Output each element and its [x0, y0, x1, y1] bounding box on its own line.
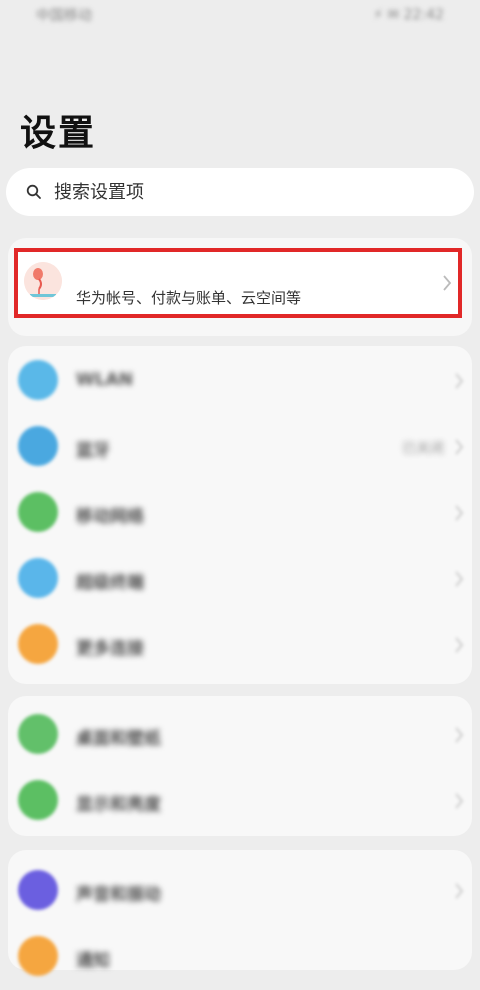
chevron-right-icon: [443, 275, 452, 291]
chevron-right-icon: [455, 571, 464, 587]
chevron-right-icon: [455, 439, 464, 455]
settings-item-label: 超级终端: [76, 573, 144, 593]
settings-item-more-connections[interactable]: 更多连接: [8, 612, 472, 678]
settings-item-wlan[interactable]: WLAN: [8, 348, 472, 414]
page-title: 设置: [20, 113, 97, 154]
settings-item-display[interactable]: 显示和亮度: [8, 768, 472, 834]
settings-item-super-device[interactable]: 超级终端: [8, 546, 472, 612]
settings-item-label: 桌面和壁纸: [76, 729, 161, 749]
mobile-network-icon: [18, 492, 58, 532]
search-input[interactable]: [52, 180, 436, 204]
chevron-right-icon: [455, 793, 464, 809]
status-right: ⚡ ✉ 22:42: [373, 7, 444, 23]
settings-item-label: 声音和振动: [76, 885, 161, 905]
settings-item-label: 更多连接: [76, 639, 144, 659]
settings-item-bluetooth[interactable]: 蓝牙 已关闭: [8, 414, 472, 480]
search-icon: [26, 184, 41, 199]
settings-item-label: 蓝牙: [76, 441, 110, 461]
chevron-right-icon: [455, 883, 464, 899]
settings-group-display: 桌面和壁纸 显示和亮度: [8, 696, 472, 836]
settings-item-sound[interactable]: 声音和振动: [8, 858, 472, 924]
settings-group-connectivity: WLAN 蓝牙 已关闭 移动网络 超级终端 更多连接: [8, 346, 472, 684]
bluetooth-icon: [18, 426, 58, 466]
settings-item-mobile-network[interactable]: 移动网络: [8, 480, 472, 546]
avatar: [24, 262, 62, 300]
wifi-icon: [18, 360, 58, 400]
chevron-right-icon: [455, 505, 464, 521]
status-bar: 中国移动 ⚡ ✉ 22:42: [0, 0, 480, 30]
account-subtitle: 华为帐号、付款与账单、云空间等: [76, 289, 302, 307]
settings-item-label: WLAN: [76, 370, 133, 390]
settings-item-value: 已关闭: [402, 441, 444, 457]
sound-icon: [18, 870, 58, 910]
chevron-right-icon: [455, 373, 464, 389]
carrier-text: 中国移动: [36, 8, 92, 24]
display-icon: [18, 780, 58, 820]
flamingo-avatar-icon: [24, 262, 62, 300]
settings-item-wallpaper[interactable]: 桌面和壁纸: [8, 702, 472, 768]
settings-group-sound: 声音和振动 通知: [8, 850, 472, 976]
settings-item-label: 显示和亮度: [76, 795, 161, 815]
settings-item-label: 移动网络: [76, 507, 144, 527]
account-row[interactable]: 华为帐号、付款与账单、云空间等: [14, 248, 462, 318]
notification-icon: [18, 936, 58, 976]
chevron-right-icon: [455, 637, 464, 653]
super-device-icon: [18, 558, 58, 598]
chevron-right-icon: [455, 727, 464, 743]
settings-item-label: 通知: [76, 951, 110, 971]
search-box[interactable]: [6, 168, 474, 216]
more-connections-icon: [18, 624, 58, 664]
settings-item-notification[interactable]: 通知: [8, 924, 472, 990]
wallpaper-icon: [18, 714, 58, 754]
